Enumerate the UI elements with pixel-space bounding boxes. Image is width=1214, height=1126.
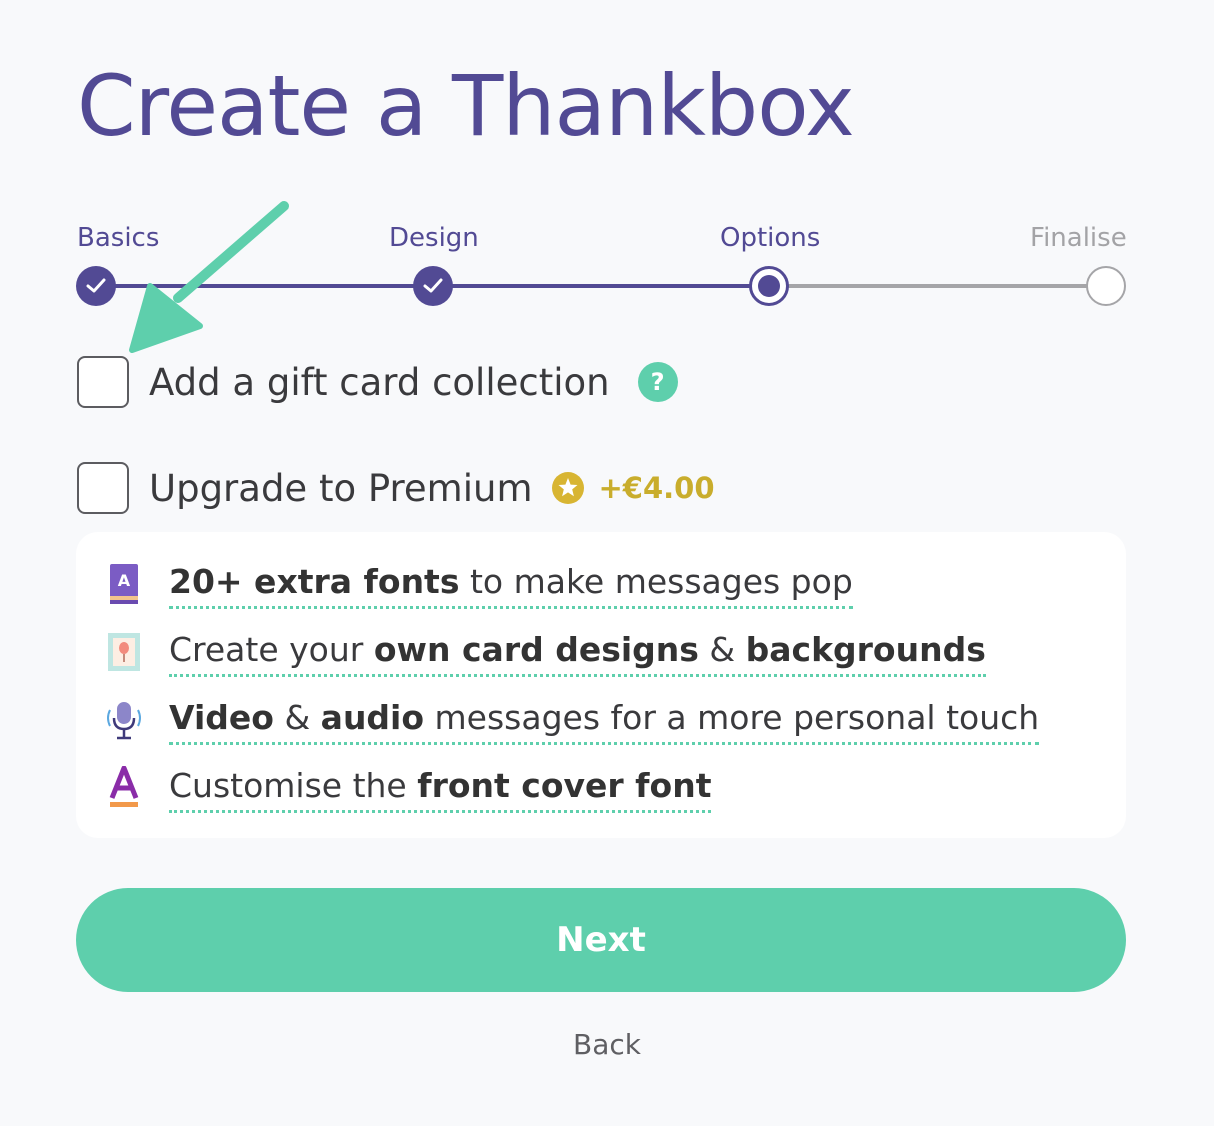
step-connector-design-options [451,284,751,288]
help-icon[interactable]: ? [637,362,678,402]
feature-item: Video & audio messages for a more person… [76,690,1126,750]
feature-highlight: backgrounds [745,630,986,669]
feature-highlight: front cover font [417,766,712,805]
step-label-design: Design [389,223,479,253]
back-link[interactable]: Back [0,1028,1214,1061]
gift-card-checkbox[interactable] [77,356,129,408]
step-label-finalise: Finalise [1030,223,1127,253]
picture-icon [108,633,140,671]
premium-option[interactable]: Upgrade to Premium +€4.00 [77,460,715,516]
book-icon: A [110,564,138,604]
feature-highlight: own card designs [373,630,699,669]
feature-highlight: audio [320,698,425,737]
gift-card-label[interactable]: Add a gift card collection [149,361,610,404]
step-dot-finalise [1086,266,1126,306]
premium-label[interactable]: Upgrade to Premium [149,467,533,510]
feature-text: 20+ extra fonts to make messages pop [169,562,853,609]
feature-item: A 20+ extra fonts to make messages pop [76,554,1126,614]
letter-a-icon [109,766,139,807]
feature-text: Create your own card designs & backgroun… [169,630,986,677]
feature-copy: Customise the [169,766,418,805]
step-dot-basics-check-icon [76,266,116,306]
feature-copy: & [698,630,746,669]
feature-highlight: Video [169,698,274,737]
next-button[interactable]: Next [76,888,1126,992]
premium-features-panel: A 20+ extra fonts to make messages pop C… [76,532,1126,838]
feature-copy: messages for a more personal touch [424,698,1040,737]
progress-stepper: Basics Design Options Finalise [0,220,1214,310]
step-connector-options-finalise [787,284,1087,288]
premium-checkbox[interactable] [77,462,129,514]
feature-copy: Create your [169,630,374,669]
step-dot-options [749,266,789,306]
step-connector-basics-design [114,284,414,288]
page-title: Create a Thankbox [77,57,855,155]
feature-copy: & [273,698,321,737]
premium-price: +€4.00 [598,471,715,505]
step-dot-design-check-icon [413,266,453,306]
feature-copy: to make messages pop [459,562,853,601]
feature-item: Customise the front cover font [76,758,1126,818]
feature-highlight: 20+ extra fonts [169,562,460,601]
svg-text:A: A [118,571,131,590]
step-label-options: Options [720,223,821,253]
feature-text: Customise the front cover font [169,766,712,813]
step-label-basics: Basics [77,223,160,253]
gift-card-option[interactable]: Add a gift card collection ? [77,354,678,410]
feature-item: Create your own card designs & backgroun… [76,622,1126,682]
star-icon [551,472,584,504]
feature-text: Video & audio messages for a more person… [169,698,1040,745]
microphone-icon [107,702,141,740]
